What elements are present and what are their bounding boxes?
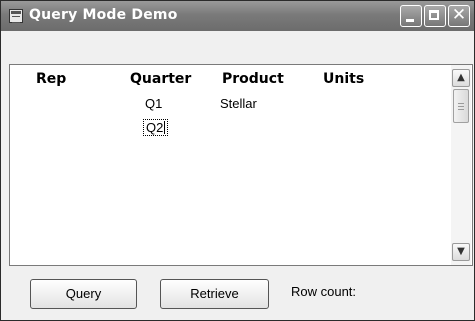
column-header-rep: Rep: [36, 71, 67, 87]
retrieve-button[interactable]: Retrieve: [160, 279, 269, 309]
row-count-label: Row count:: [291, 284, 357, 299]
chevron-down-icon: ▼: [457, 246, 465, 257]
scroll-down-button[interactable]: ▼: [452, 243, 470, 261]
column-header-product: Product: [222, 71, 284, 87]
minimize-button[interactable]: [400, 5, 422, 27]
chevron-up-icon: ▲: [457, 72, 465, 83]
app-window: Query Mode Demo ✕ Rep Quarter Product Un…: [0, 0, 475, 321]
title-bar[interactable]: Query Mode Demo ✕: [1, 1, 474, 31]
app-window-icon[interactable]: [9, 9, 23, 23]
minimize-icon: [406, 19, 414, 22]
grid-content: Rep Quarter Product Units Q1 Stellar Q2: [12, 67, 450, 263]
grip-line: [458, 103, 464, 104]
column-header-units: Units: [323, 71, 365, 87]
close-button[interactable]: ✕: [448, 5, 470, 27]
close-icon: ✕: [451, 5, 467, 25]
cell-product-row-1[interactable]: Stellar: [220, 96, 257, 111]
grip-line: [458, 109, 464, 110]
scroll-thumb[interactable]: [453, 89, 469, 123]
cell-quarter-row-2-editing[interactable]: Q2: [143, 119, 169, 136]
cell-quarter-row-1[interactable]: Q1: [145, 96, 162, 111]
cell-quarter-row-2-text: Q2: [146, 120, 164, 135]
maximize-button[interactable]: [424, 5, 446, 27]
vertical-scrollbar[interactable]: ▲ ▼: [451, 65, 471, 265]
column-header-quarter: Quarter: [130, 71, 192, 87]
text-caret: [164, 121, 166, 134]
window-title: Query Mode Demo: [29, 7, 178, 23]
scroll-up-button[interactable]: ▲: [452, 69, 470, 87]
query-grid[interactable]: Rep Quarter Product Units Q1 Stellar Q2 …: [9, 64, 473, 266]
maximize-icon: [429, 10, 439, 20]
query-button[interactable]: Query: [30, 279, 137, 309]
grip-line: [458, 106, 464, 107]
